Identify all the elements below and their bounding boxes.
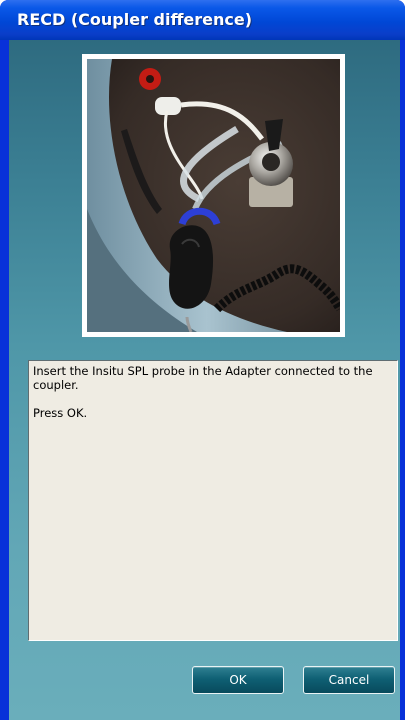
instruction-image-frame bbox=[82, 54, 345, 337]
cancel-button[interactable]: Cancel bbox=[303, 666, 395, 694]
dialog-body: Insert the Insitu SPL probe in the Adapt… bbox=[9, 40, 400, 720]
title-bar[interactable]: RECD (Coupler difference) bbox=[0, 0, 405, 40]
dialog-window: RECD (Coupler difference) Insert the Ins… bbox=[0, 0, 405, 720]
ok-button[interactable]: OK bbox=[192, 666, 284, 694]
instruction-text-box: Insert the Insitu SPL probe in the Adapt… bbox=[28, 360, 398, 641]
instruction-line-1: Insert the Insitu SPL probe in the Adapt… bbox=[33, 364, 373, 378]
probe-adapter-photo bbox=[87, 59, 340, 332]
instruction-line-3: Press OK. bbox=[33, 406, 88, 420]
instruction-line-2: coupler. bbox=[33, 378, 79, 392]
window-title: RECD (Coupler difference) bbox=[17, 10, 253, 29]
